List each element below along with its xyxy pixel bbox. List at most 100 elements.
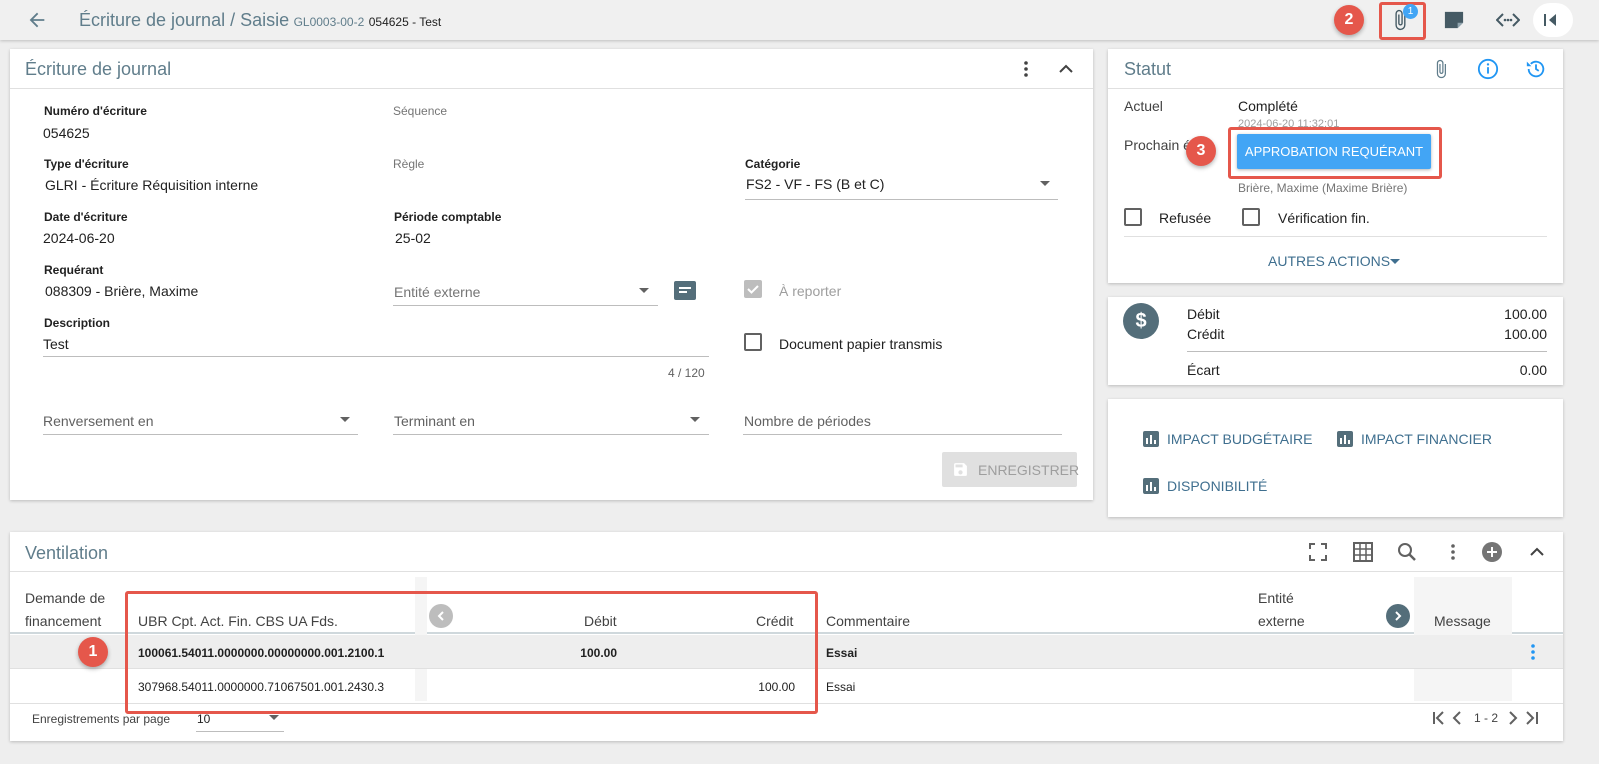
top-bar: Écriture de journal / Saisie GL0003-00-2… [0, 0, 1599, 40]
first-page-icon[interactable] [1431, 711, 1447, 725]
credit-total: 100.00 [1504, 326, 1547, 342]
a-reporter-label: À reporter [779, 283, 842, 299]
divider [1124, 236, 1547, 237]
chevron-right-icon [1395, 611, 1402, 621]
divider [1187, 351, 1547, 352]
bar-chart-icon [1143, 431, 1159, 447]
row-more-icon [1531, 644, 1535, 660]
col-demande-2: financement [25, 613, 102, 629]
last-page-icon[interactable] [1524, 711, 1540, 725]
sequence-label: Séquence [393, 104, 448, 118]
approver-name: Brière, Maxime (Maxime Brière) [1238, 181, 1408, 195]
dollar-icon: $ [1123, 303, 1159, 339]
col-entite-2: externe [1258, 613, 1305, 629]
annotation-3: 3 [1186, 136, 1216, 166]
collapse-panel-button[interactable] [1533, 3, 1573, 37]
divider [10, 88, 1093, 89]
chevron-up-icon[interactable] [1528, 543, 1546, 561]
categorie-label: Catégorie [745, 157, 801, 171]
description-label: Description [44, 316, 111, 330]
refusee-label: Refusée [1159, 210, 1212, 226]
autres-actions-button[interactable]: AUTRES ACTIONS [1268, 253, 1400, 271]
annotation-box-1 [125, 591, 818, 714]
code-icon[interactable] [1496, 10, 1520, 30]
ventilation-title: Ventilation [25, 543, 109, 563]
fullscreen-icon[interactable] [1308, 542, 1328, 562]
add-icon[interactable] [1482, 542, 1502, 562]
entite-externe-select[interactable]: Entité externe [393, 277, 658, 306]
verification-checkbox[interactable] [1242, 208, 1260, 226]
type-label: Type d'écriture [44, 157, 129, 171]
history-icon[interactable] [1525, 58, 1547, 80]
document-checkbox[interactable] [744, 333, 762, 351]
more-vert-icon[interactable] [1444, 542, 1462, 562]
statut-card: Statut Actuel Complété 2024-06-20 11:32:… [1108, 49, 1563, 283]
prochain-label: Prochain é [1124, 137, 1191, 153]
prev-page-icon[interactable] [1451, 711, 1463, 725]
credit-label: Crédit [1187, 326, 1225, 342]
note-icon[interactable] [1443, 10, 1465, 30]
per-page-select[interactable]: 10 [196, 708, 284, 732]
regle-label: Règle [393, 157, 425, 171]
renversement-select[interactable]: Renversement en [43, 407, 358, 435]
per-page-label: Enregistrements par page [32, 712, 171, 726]
annotation-2: 2 [1334, 5, 1364, 35]
refusee-checkbox[interactable] [1124, 208, 1142, 226]
ecart-label: Écart [1187, 362, 1220, 378]
search-icon[interactable] [1397, 542, 1417, 562]
entite-caret-icon [639, 288, 649, 293]
categorie-select[interactable]: FS2 - VF - FS (B et C) [745, 173, 1058, 200]
autres-actions-caret-icon [1390, 259, 1400, 264]
grid-icon[interactable] [1353, 542, 1373, 562]
journal-card: Écriture de journal Numéro d'écriture 05… [10, 49, 1093, 500]
annotation-1: 1 [78, 637, 108, 667]
next-page-icon[interactable] [1507, 711, 1519, 725]
attachment-count-badge: 1 [1403, 4, 1418, 19]
debit-total: 100.00 [1504, 306, 1547, 322]
periode-label: Période comptable [394, 210, 502, 224]
terminant-caret-icon [690, 417, 700, 422]
nombre-periodes-input[interactable]: Nombre de périodes [743, 407, 1062, 435]
more-vert-icon[interactable] [1017, 60, 1035, 78]
type-value: GLRI - Écriture Réquisition interne [45, 177, 259, 193]
totals-card: $ Débit 100.00 Crédit 100.00 Écart 0.00 [1108, 297, 1563, 385]
categorie-caret-icon [1040, 181, 1050, 186]
actuel-value: Complété [1238, 98, 1298, 114]
a-reporter-checkbox[interactable] [744, 280, 762, 298]
per-page-caret-icon [269, 715, 279, 720]
requerant-label: Requérant [44, 263, 104, 277]
divider [1108, 88, 1563, 89]
entite-card-icon[interactable] [674, 281, 696, 300]
ventilation-card: Ventilation Demande de financement UBR C… [10, 532, 1563, 741]
scroll-right-button[interactable] [1386, 604, 1410, 628]
numero-value: 054625 [43, 125, 90, 141]
approbation-requerant-button[interactable]: APPROBATION REQUÉRANT [1237, 134, 1431, 169]
requerant-value: 088309 - Brière, Maxime [45, 283, 199, 299]
chevron-up-icon[interactable] [1057, 60, 1075, 78]
description-input[interactable]: Test [43, 333, 709, 357]
row-commentaire: Essai [826, 680, 856, 694]
info-icon[interactable] [1477, 58, 1499, 80]
terminant-select[interactable]: Terminant en [393, 407, 709, 435]
row-commentaire: Essai [826, 646, 858, 660]
periode-value: 25-02 [395, 230, 431, 246]
col-commentaire: Commentaire [826, 613, 911, 629]
back-arrow-icon[interactable] [26, 9, 48, 31]
numero-label: Numéro d'écriture [44, 104, 147, 118]
ecart-value: 0.00 [1519, 362, 1547, 378]
renversement-caret-icon [340, 417, 350, 422]
col-message: Message [1434, 613, 1491, 629]
pagination-range: 1 - 2 [1474, 711, 1499, 725]
char-count: 4 / 120 [668, 366, 705, 380]
bar-chart-icon [1337, 431, 1353, 447]
attachment-icon[interactable] [1431, 58, 1451, 80]
debit-label: Débit [1187, 306, 1220, 322]
date-value: 2024-06-20 [43, 230, 115, 246]
save-button[interactable]: ENREGISTRER [942, 452, 1079, 487]
impact-card: IMPACT BUDGÉTAIRE IMPACT FINANCIER DISPO… [1108, 399, 1563, 517]
journal-card-title: Écriture de journal [25, 59, 172, 79]
actuel-label: Actuel [1124, 98, 1163, 114]
date-label: Date d'écriture [44, 210, 128, 224]
document-label: Document papier transmis [779, 336, 943, 352]
bar-chart-icon [1143, 478, 1159, 494]
